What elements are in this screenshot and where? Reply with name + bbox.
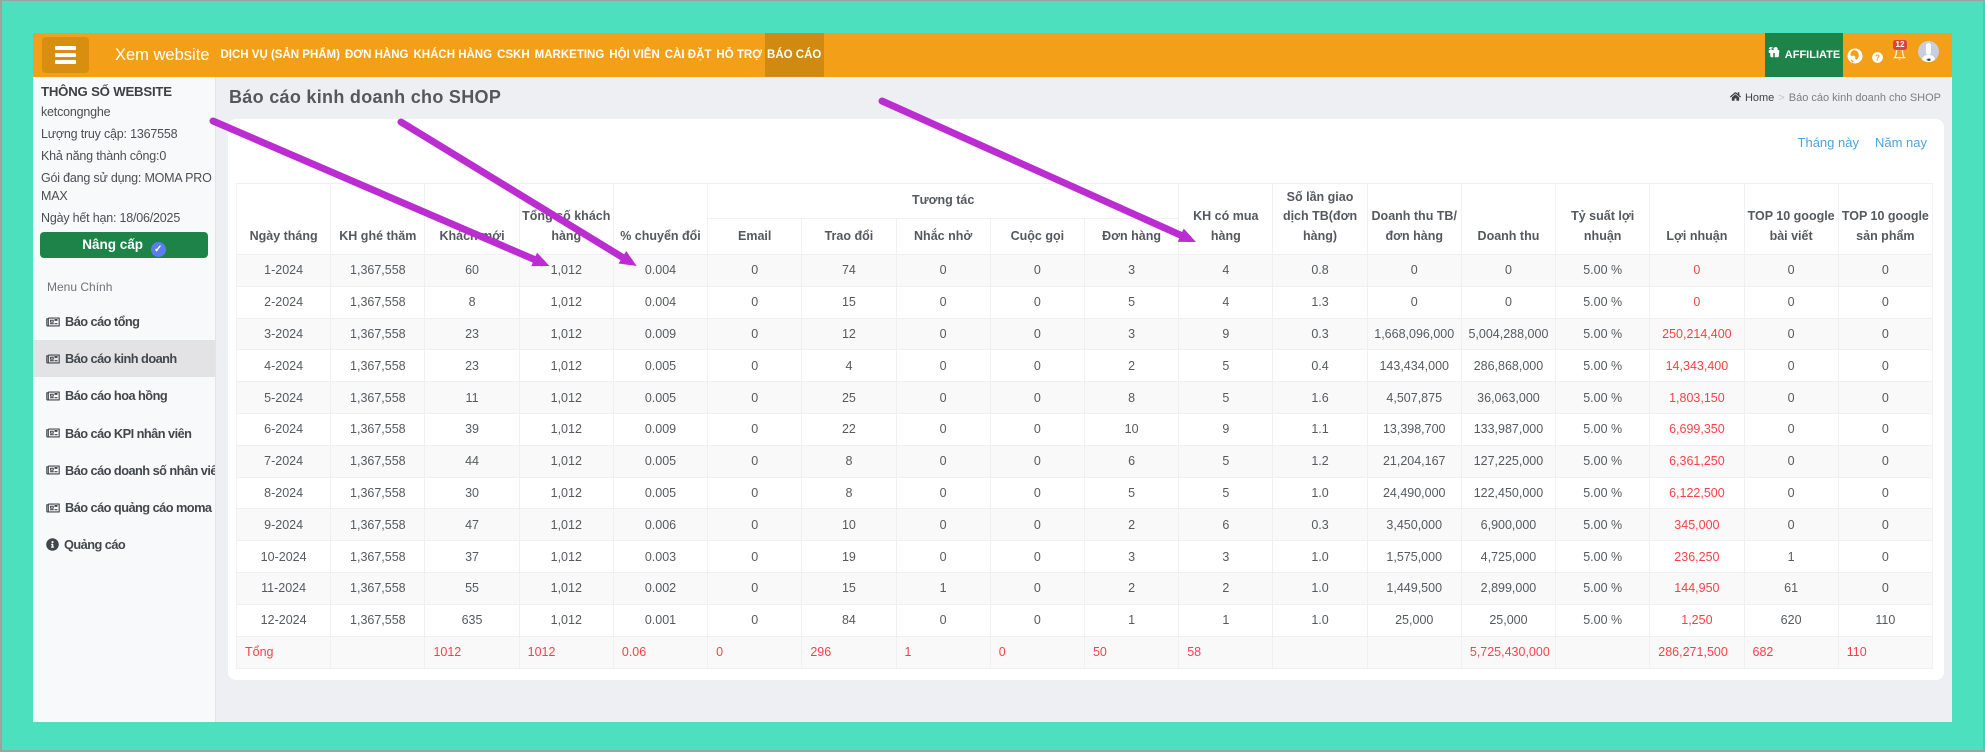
svg-text:?: ? — [1875, 53, 1880, 62]
